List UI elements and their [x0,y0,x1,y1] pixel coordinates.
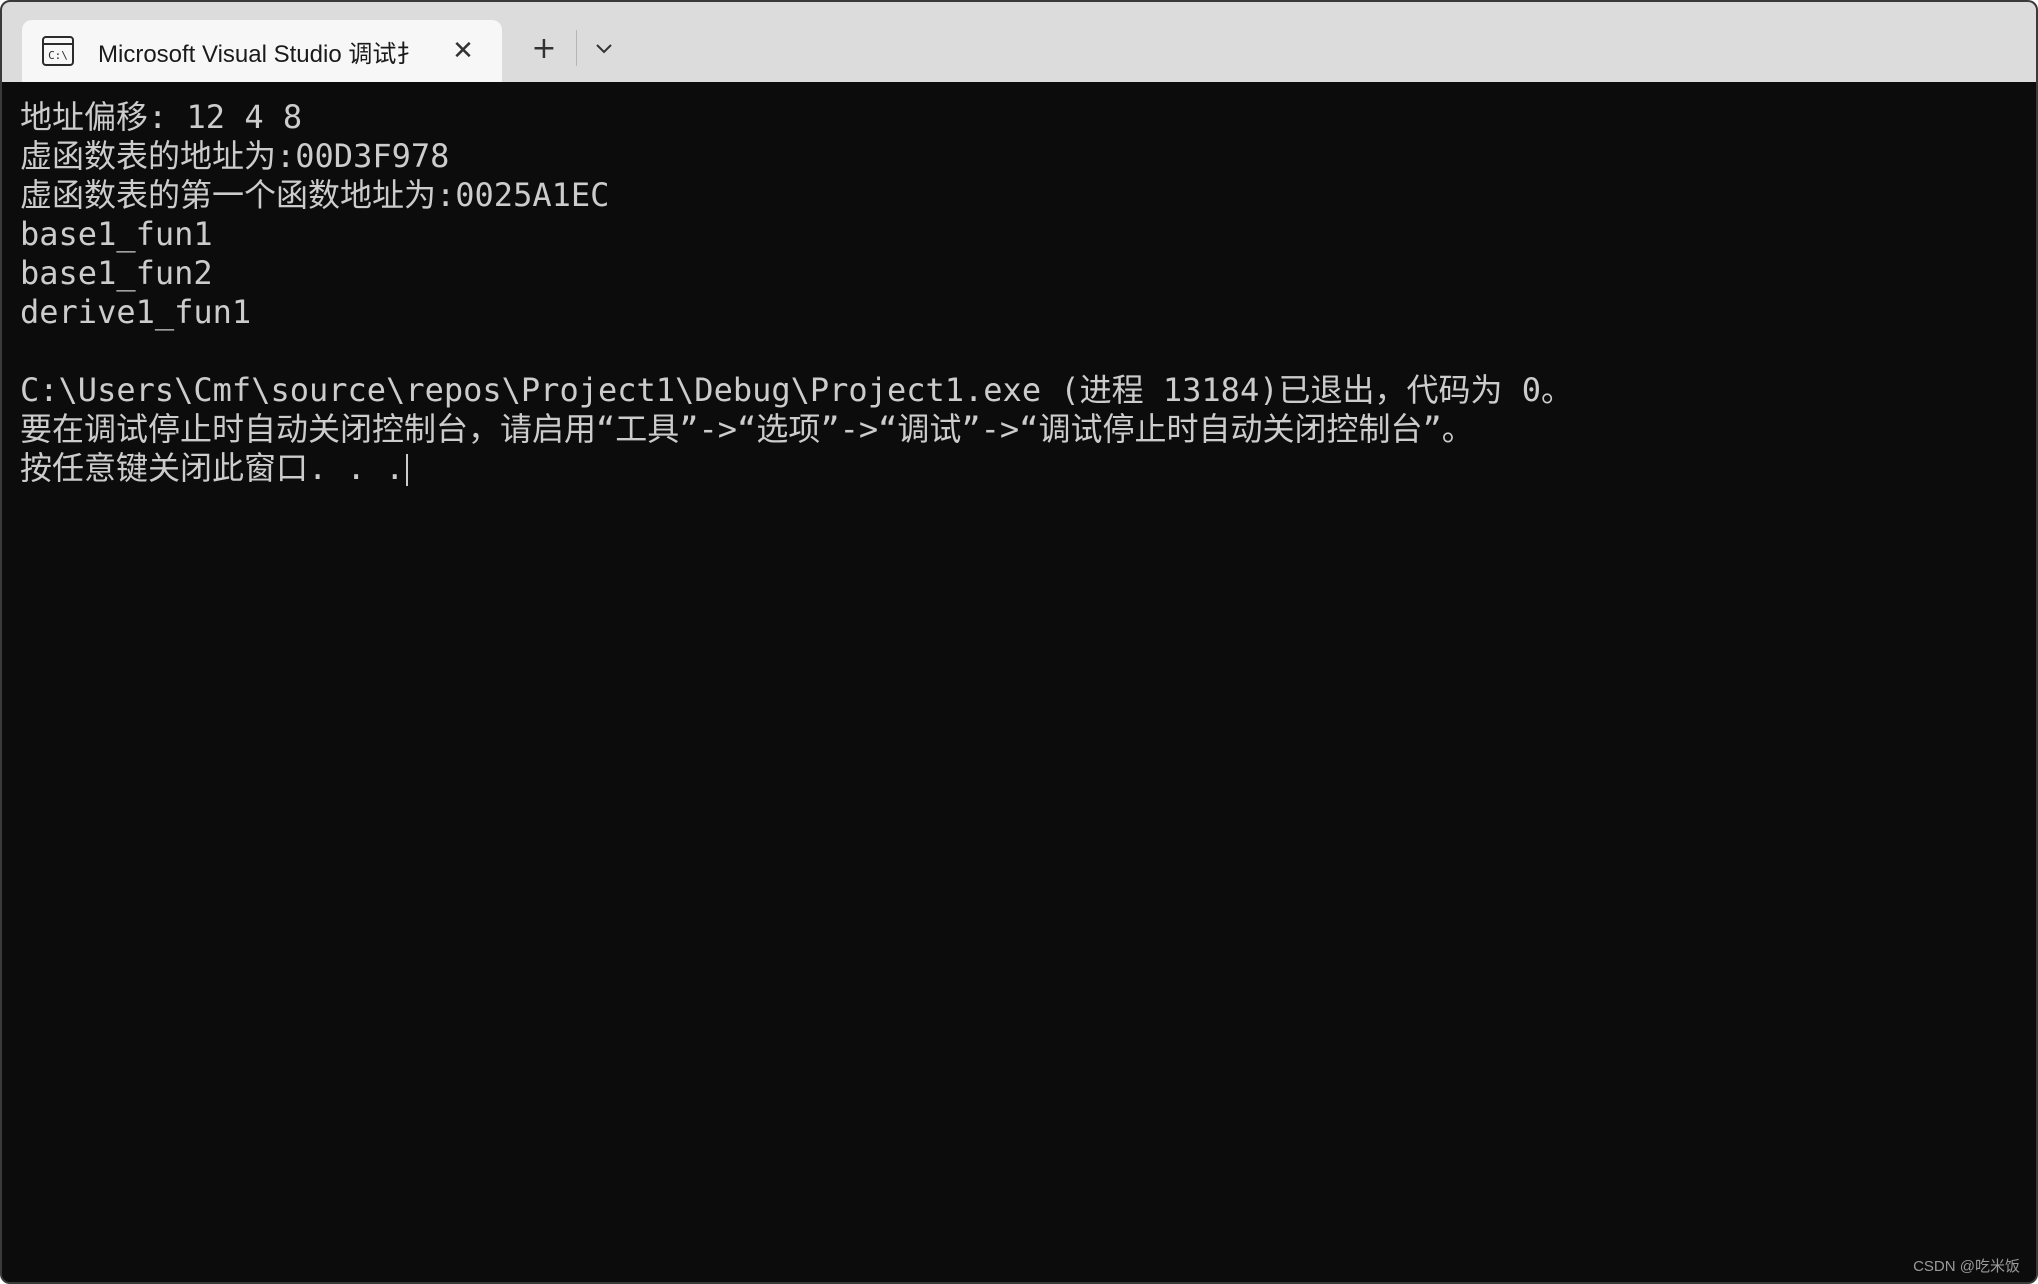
close-icon[interactable]: ✕ [448,36,478,66]
tab-title: Microsoft Visual Studio 调试扌 [98,40,421,68]
console-line: 地址偏移: 12 4 8 [20,98,303,136]
console-line: 虚函数表的第一个函数地址为:0025A1EC [20,176,610,214]
console-output[interactable]: 地址偏移: 12 4 8 虚函数表的地址为:00D3F978 虚函数表的第一个函… [2,82,2036,1282]
console-line: derive1_fun1 [20,293,252,331]
console-line: base1_fun2 [20,254,213,292]
console-icon: C:\ [42,36,74,66]
new-tab-button[interactable]: + [524,28,564,68]
console-prompt-line: 按任意键关闭此窗口. . . [20,449,2036,488]
console-line: 要在调试停止时自动关闭控制台，请启用“工具”->“选项”->“调试”->“调试停… [20,410,1474,448]
terminal-window: C:\ Microsoft Visual Studio 调试扌 ✕ + 地址偏移… [0,0,2038,1284]
tab-debug-console[interactable]: C:\ Microsoft Visual Studio 调试扌 ✕ [22,20,502,82]
chevron-down-icon[interactable] [584,28,624,68]
console-line: C:\Users\Cmf\source\repos\Project1\Debug… [20,371,1574,409]
tab-divider [576,30,577,66]
console-line: 虚函数表的地址为:00D3F978 [20,137,450,175]
title-bar: C:\ Microsoft Visual Studio 调试扌 ✕ + [2,2,2036,82]
text-cursor [406,454,409,486]
watermark: CSDN @吃米饭 [1913,1258,2020,1275]
console-line: base1_fun1 [20,215,213,253]
console-line: 按任意键关闭此窗口. . . [20,449,405,487]
